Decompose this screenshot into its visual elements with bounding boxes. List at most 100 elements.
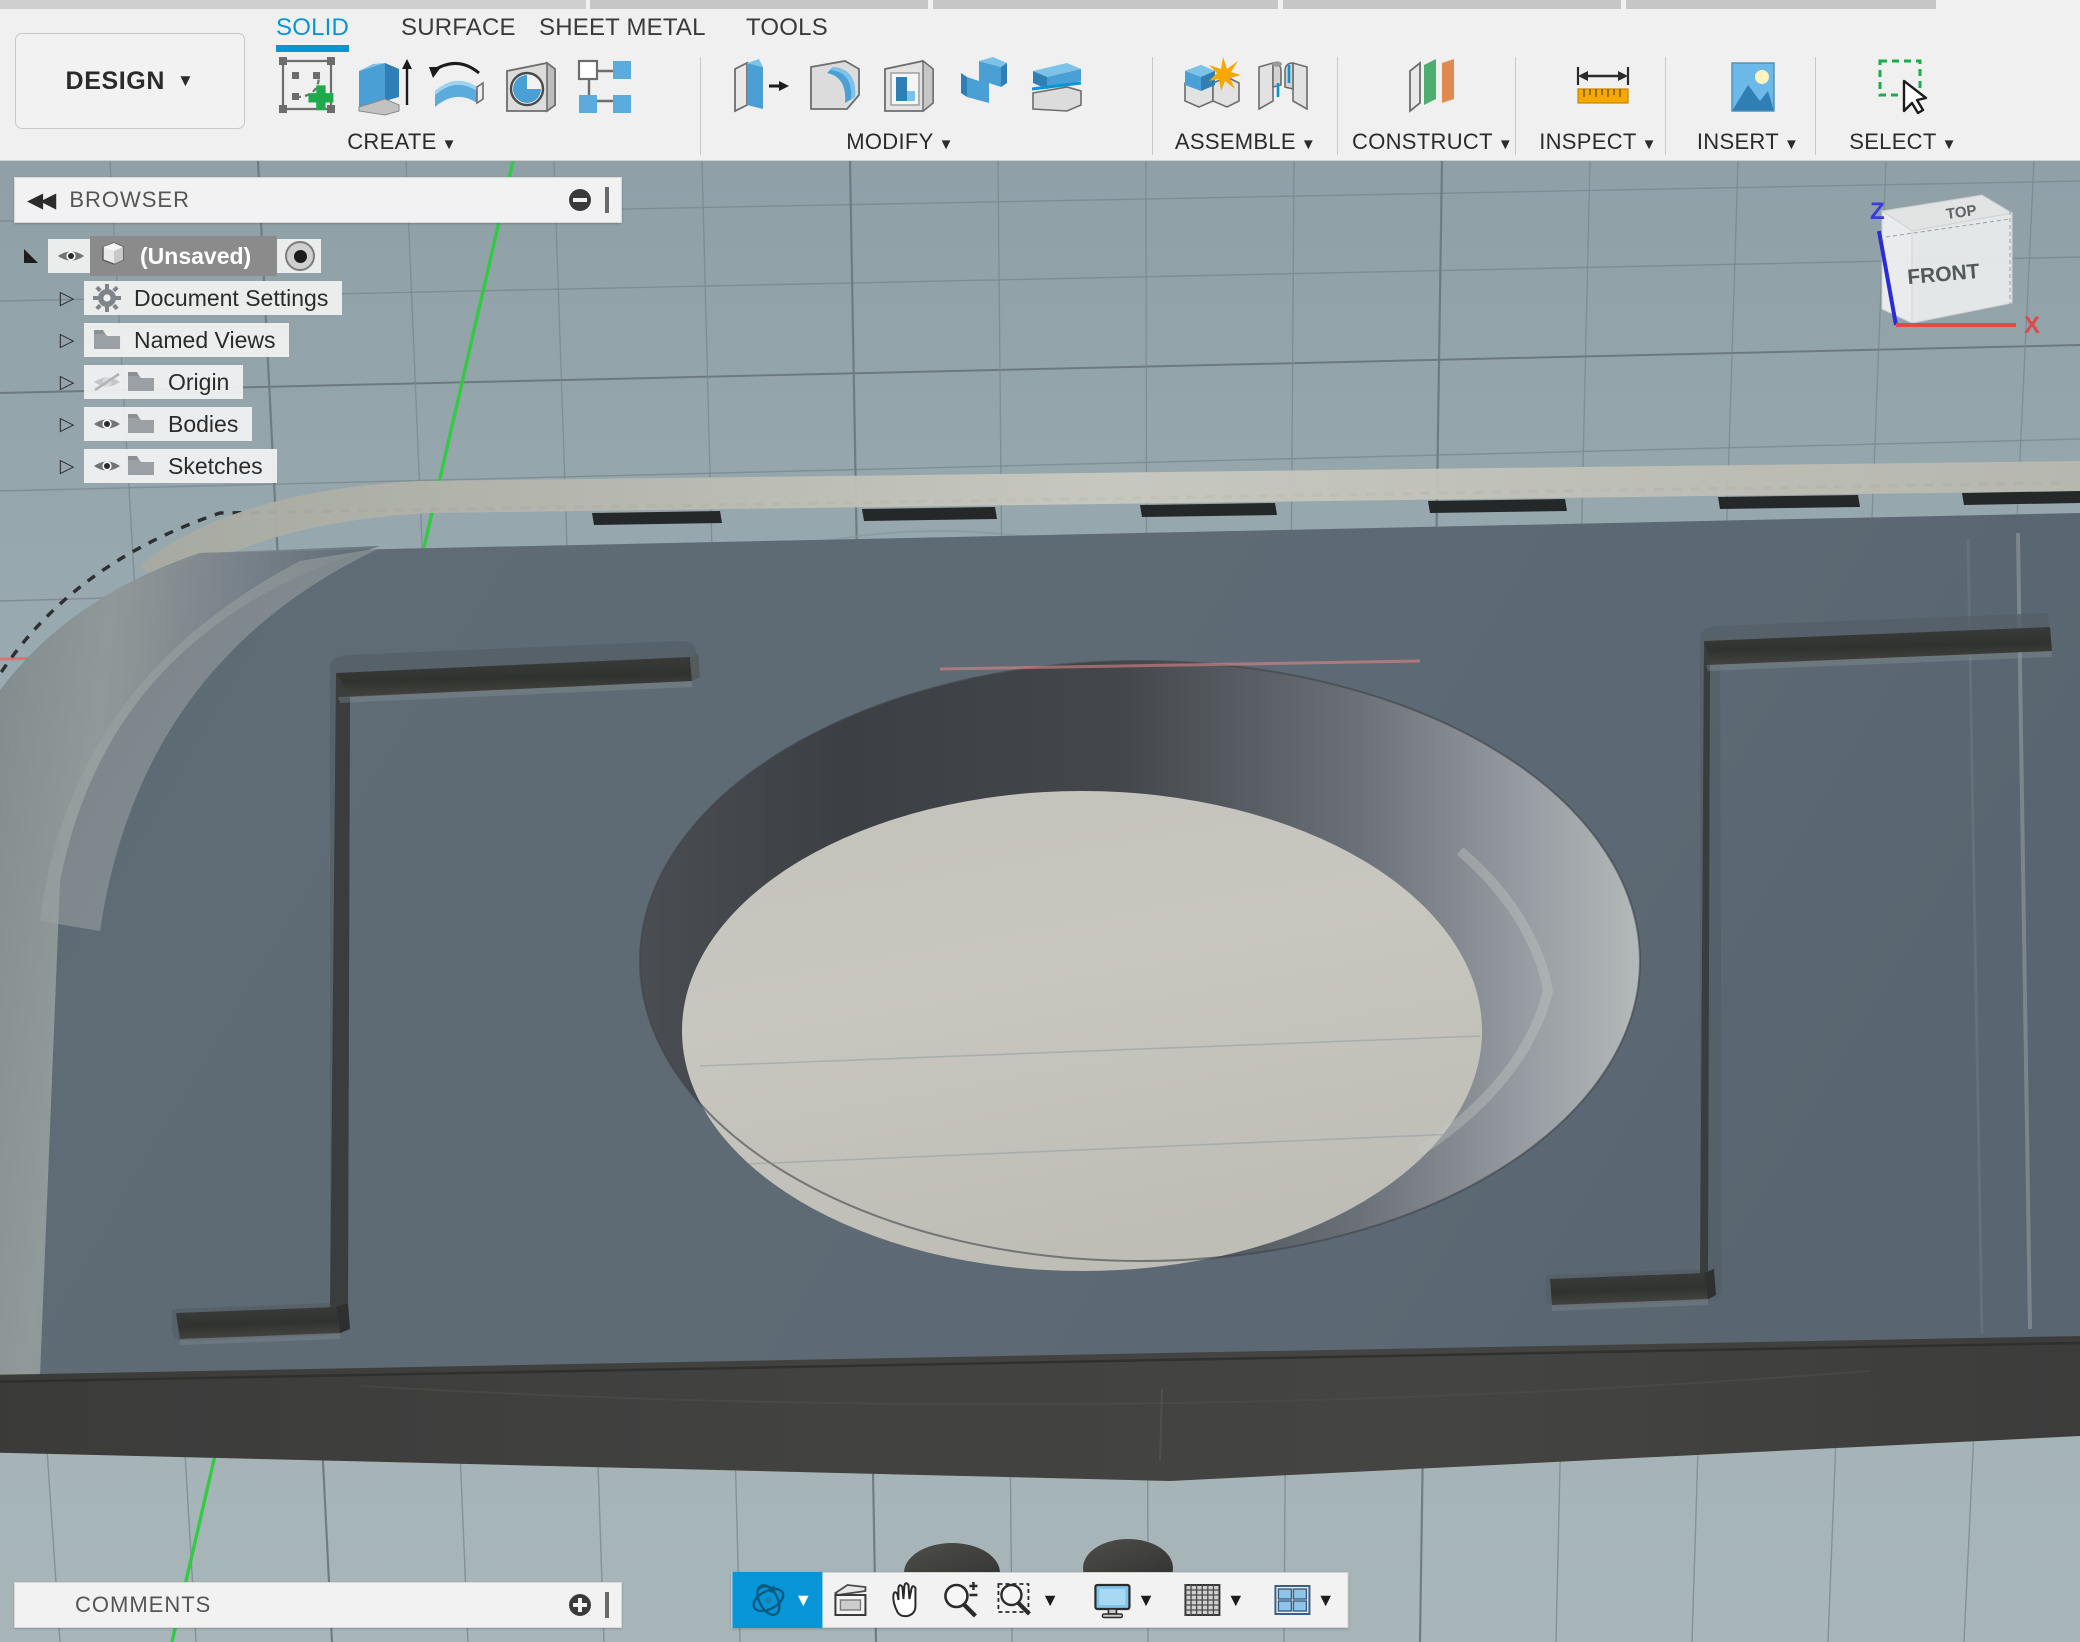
drag-grip-icon[interactable] (605, 1592, 609, 1618)
nav-fit-button[interactable]: ▼ (988, 1572, 1066, 1628)
tab-tools-label: TOOLS (746, 14, 828, 41)
expand-triangle-icon[interactable]: ▷ (50, 329, 84, 352)
nav-orbit-button[interactable]: ▼ (732, 1572, 823, 1628)
browser-item-label: Named Views (134, 326, 276, 353)
browser-root-name[interactable]: (Unsaved) (90, 236, 278, 276)
gear-icon (90, 284, 124, 312)
nav-viewports-button[interactable]: ▼ (1266, 1572, 1342, 1628)
drag-grip-icon[interactable] (605, 187, 609, 213)
eye-icon[interactable] (90, 411, 124, 437)
nav-display-settings-button[interactable]: ▼ (1084, 1572, 1162, 1628)
view-cube[interactable]: TOP FRONT Z X (1834, 173, 2054, 373)
chevron-down-icon[interactable]: ▼ (1041, 1590, 1059, 1611)
browser-item-label: Sketches (168, 452, 263, 479)
browser-item-bodies[interactable]: ▷ Bodies (14, 407, 622, 441)
tab-strip-segment[interactable] (0, 0, 586, 9)
tab-solid[interactable]: SOLID (276, 14, 350, 52)
measure-ruler-icon[interactable] (1570, 53, 1636, 119)
eye-icon[interactable] (54, 243, 88, 269)
chevron-down-icon[interactable]: ▼ (1137, 1590, 1155, 1611)
navigation-bar: ▼ ▼ ▼ ▼ ▼ (731, 1572, 1349, 1628)
browser-item-label: Bodies (168, 410, 239, 437)
nav-zoom-button[interactable] (932, 1572, 988, 1628)
ribbon-separator (1152, 57, 1153, 155)
tab-surface[interactable]: SURFACE (401, 14, 516, 42)
expand-triangle-icon[interactable]: ▷ (50, 455, 84, 478)
tab-sheet-metal[interactable]: SHEET METAL (539, 14, 706, 42)
tab-surface-label: SURFACE (401, 14, 516, 41)
browser-root-label: (Unsaved) (140, 242, 252, 269)
design-workspace-button[interactable]: DESIGN ▼ (15, 33, 245, 129)
chevron-down-icon: ▼ (441, 136, 457, 153)
browser-panel: ◀◀ BROWSER (Unsaved) ▷ Document Settings… (14, 177, 622, 491)
expand-triangle-icon[interactable]: ▷ (50, 287, 84, 310)
tab-strip-segment[interactable] (933, 0, 1278, 9)
tab-strip-segment[interactable] (1626, 0, 1936, 9)
joint-icon[interactable] (1249, 53, 1315, 119)
pattern-icon[interactable] (571, 53, 637, 119)
minus-circle-icon[interactable] (569, 189, 591, 211)
browser-root-row[interactable]: (Unsaved) (14, 236, 622, 276)
create-sketch-icon[interactable] (275, 53, 341, 119)
3d-viewport[interactable]: ◀◀ BROWSER (Unsaved) ▷ Document Settings… (0, 161, 2080, 1642)
expand-triangle-icon[interactable]: ▷ (50, 413, 84, 436)
eye-hidden-icon[interactable] (90, 369, 124, 395)
nav-pan-button[interactable] (878, 1572, 932, 1628)
construct-plane-icon[interactable] (1400, 53, 1466, 119)
revolve-icon[interactable] (423, 53, 489, 119)
browser-item-origin[interactable]: ▷ Origin (14, 365, 622, 399)
ribbon-group-inspect: INSPECT ▼ (1528, 49, 1668, 161)
ribbon-group-inspect-label[interactable]: INSPECT ▼ (1528, 129, 1668, 155)
sweep-icon[interactable] (497, 53, 563, 119)
insert-image-icon[interactable] (1720, 53, 1786, 119)
chevron-down-icon: ▼ (1941, 136, 1957, 153)
split-face-icon[interactable] (1023, 53, 1089, 119)
new-component-icon[interactable] (1175, 53, 1241, 119)
document-cube-icon (100, 240, 126, 272)
ribbon-group-select: SELECT ▼ (1828, 49, 1978, 161)
ribbon-group-create: CREATE ▼ (267, 49, 631, 161)
browser-item-sketches[interactable]: ▷ Sketches (14, 449, 622, 483)
nav-grid-snaps-button[interactable]: ▼ (1176, 1572, 1252, 1628)
folder-icon (124, 453, 158, 479)
chevron-down-icon[interactable]: ▼ (1317, 1590, 1335, 1611)
tab-strip-segment[interactable] (1283, 0, 1621, 9)
chevron-down-icon: ▼ (938, 136, 954, 153)
radio-selected-icon[interactable] (285, 241, 316, 271)
select-window-cursor-icon[interactable] (1870, 53, 1936, 119)
browser-title: BROWSER (69, 187, 190, 212)
shell-icon[interactable] (875, 53, 941, 119)
ribbon-group-select-label[interactable]: SELECT ▼ (1828, 129, 1978, 155)
ribbon-group-assemble-label[interactable]: ASSEMBLE ▼ (1163, 129, 1328, 155)
comments-title: COMMENTS (75, 1592, 212, 1617)
eye-icon[interactable] (90, 453, 124, 479)
chevron-down-icon[interactable]: ▼ (1227, 1590, 1245, 1611)
viewcube-z-label: Z (1870, 198, 1885, 225)
document-tab-strip[interactable] (0, 0, 2080, 11)
browser-item-document-settings[interactable]: ▷ Document Settings (14, 281, 622, 315)
extrude-icon[interactable] (349, 53, 415, 119)
ribbon-group-create-label[interactable]: CREATE ▼ (267, 129, 537, 155)
chevron-down-icon[interactable]: ▼ (794, 1590, 812, 1611)
multiple-views-icon (1274, 1585, 1311, 1615)
ribbon-group-construct-label[interactable]: CONSTRUCT ▼ (1352, 129, 1513, 155)
ribbon-group-assemble: ASSEMBLE ▼ (1163, 49, 1328, 161)
ribbon-group-insert-label[interactable]: INSERT ▼ (1678, 129, 1818, 155)
folder-icon (124, 411, 158, 437)
collapse-left-icon[interactable]: ◀◀ (27, 188, 56, 213)
tab-tools[interactable]: TOOLS (746, 14, 828, 42)
press-pull-icon[interactable] (727, 53, 793, 119)
ribbon-group-modify-label[interactable]: MODIFY ▼ (715, 129, 1085, 155)
expand-triangle-icon[interactable]: ▷ (50, 371, 84, 394)
plus-circle-icon[interactable] (569, 1594, 591, 1616)
browser-item-label: Document Settings (134, 284, 329, 311)
tab-strip-segment[interactable] (590, 0, 928, 9)
browser-item-named-views[interactable]: ▷ Named Views (14, 323, 622, 357)
fillet-icon[interactable] (801, 53, 867, 119)
expand-collapse-triangle-icon[interactable] (14, 245, 48, 267)
browser-header: ◀◀ BROWSER (14, 177, 622, 223)
combine-icon[interactable] (949, 53, 1015, 119)
display-settings-monitor-icon (1093, 1583, 1131, 1619)
nav-look-at-button[interactable] (822, 1572, 878, 1628)
chevron-down-icon: ▼ (1300, 136, 1317, 153)
